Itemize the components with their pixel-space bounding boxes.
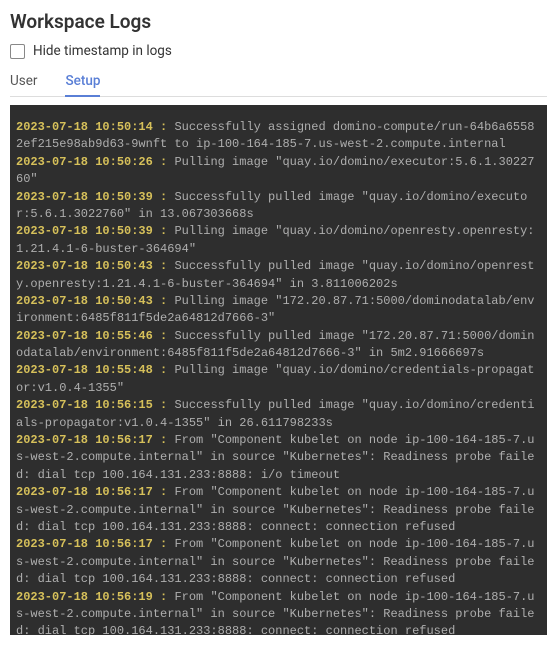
log-timestamp: 2023-07-18 10:55:46 :: [16, 329, 174, 343]
log-timestamp: 2023-07-18 10:50:43 :: [16, 259, 174, 273]
log-timestamp: 2023-07-18 10:50:43 :: [16, 294, 174, 308]
log-timestamp: 2023-07-18 10:56:17 :: [16, 433, 174, 447]
log-timestamp: 2023-07-18 10:55:48 :: [16, 363, 174, 377]
log-line: 2023-07-18 10:55:48 : Pulling image "qua…: [16, 362, 541, 397]
tab-user[interactable]: User: [10, 69, 37, 97]
log-timestamp: 2023-07-18 10:56:15 :: [16, 398, 174, 412]
log-timestamp: 2023-07-18 10:56:19 :: [16, 590, 174, 604]
log-timestamp: 2023-07-18 10:56:17 :: [16, 485, 174, 499]
log-line: 2023-07-18 10:55:46 : Successfully pulle…: [16, 328, 541, 363]
log-timestamp: 2023-07-18 10:50:14 :: [16, 120, 174, 134]
log-line: 2023-07-18 10:56:17 : From "Component ku…: [16, 432, 541, 484]
log-line: 2023-07-18 10:50:39 : Successfully pulle…: [16, 189, 541, 224]
log-timestamp: 2023-07-18 10:50:39 :: [16, 224, 174, 238]
log-timestamp: 2023-07-18 10:56:17 :: [16, 537, 174, 551]
log-timestamp: 2023-07-18 10:50:26 :: [16, 155, 174, 169]
log-line: 2023-07-18 10:56:15 : Successfully pulle…: [16, 397, 541, 432]
log-line: 2023-07-18 10:50:26 : Pulling image "qua…: [16, 154, 541, 189]
hide-timestamp-label: Hide timestamp in logs: [33, 43, 172, 59]
log-line: 2023-07-18 10:56:17 : From "Component ku…: [16, 536, 541, 588]
log-timestamp: 2023-07-18 10:50:39 :: [16, 190, 174, 204]
log-line: 2023-07-18 10:56:19 : From "Component ku…: [16, 589, 541, 635]
log-line: 2023-07-18 10:50:43 : Pulling image "172…: [16, 293, 541, 328]
log-line: 2023-07-18 10:50:14 : Successfully assig…: [16, 119, 541, 154]
tab-setup[interactable]: Setup: [65, 69, 100, 97]
hide-timestamp-checkbox[interactable]: [10, 44, 25, 59]
page-title: Workspace Logs: [10, 10, 547, 33]
log-line: 2023-07-18 10:50:43 : Successfully pulle…: [16, 258, 541, 293]
hide-timestamp-option: Hide timestamp in logs: [10, 43, 547, 59]
log-line: 2023-07-18 10:50:39 : Pulling image "qua…: [16, 223, 541, 258]
log-line: 2023-07-18 10:56:17 : From "Component ku…: [16, 484, 541, 536]
log-tabs: User Setup: [10, 69, 547, 97]
log-output[interactable]: 2023-07-18 10:50:14 : Successfully assig…: [10, 105, 547, 635]
